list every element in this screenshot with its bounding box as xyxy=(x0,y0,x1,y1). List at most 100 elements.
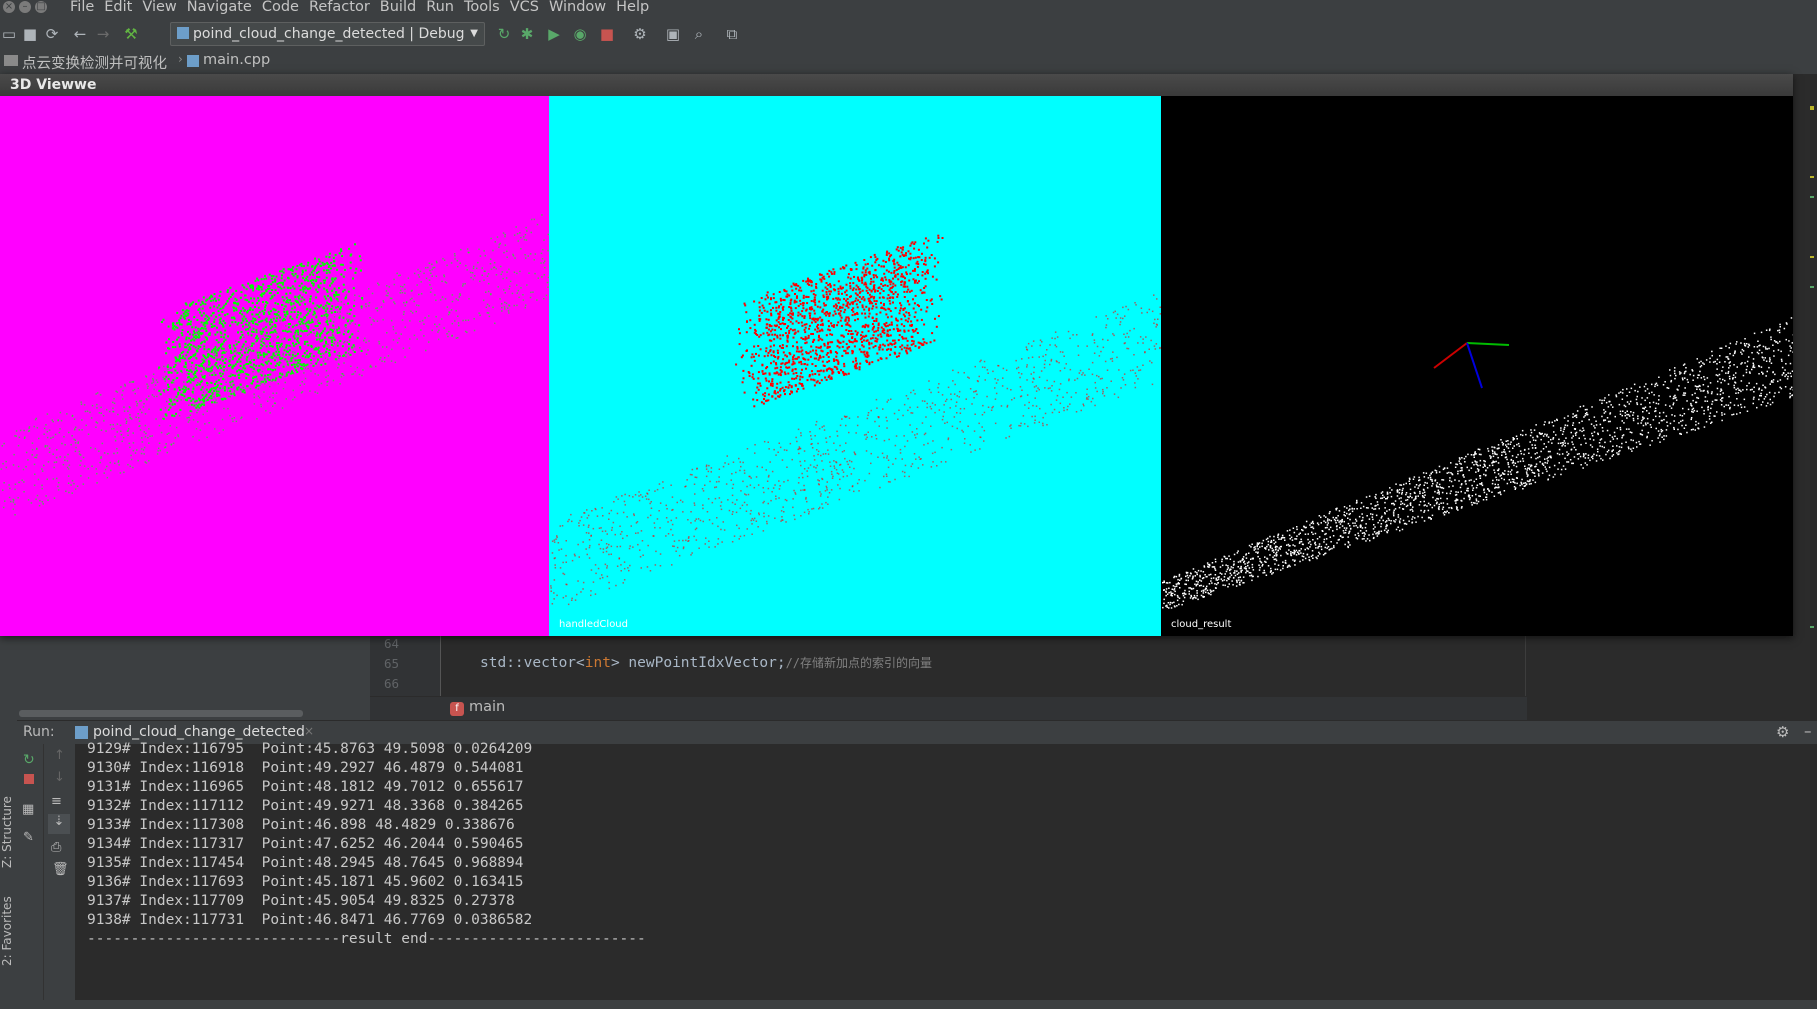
code-editor[interactable]: std::vector<int> newPointIdxVector;//存储新… xyxy=(370,636,1527,696)
profile-icon[interactable]: ◉ xyxy=(571,25,589,43)
menu-item[interactable]: Refactor xyxy=(309,0,370,15)
menu-item[interactable]: View xyxy=(142,0,176,15)
point-cloud xyxy=(550,234,1161,606)
main-toolbar: ▭ ■ ⟳ ← → ⚒ poind_cloud_change_detected … xyxy=(0,16,1817,53)
open-folder-icon[interactable]: ▭ xyxy=(0,25,18,43)
print-icon[interactable]: ⎙ xyxy=(51,840,61,855)
debug-bug-icon[interactable]: ✱ xyxy=(518,25,536,43)
search-icon[interactable]: ⌕ xyxy=(690,25,708,43)
breadcrumb-project[interactable]: 点云变换检测并可视化 xyxy=(22,52,167,73)
rerun-icon[interactable]: ↻ xyxy=(495,25,513,43)
axis-x-line xyxy=(1433,342,1468,369)
console-line: 9136# Index:117693 Point:45.1871 45.9602… xyxy=(87,874,524,890)
menu-item[interactable]: Run xyxy=(426,0,454,15)
console-line: 9133# Index:117308 Point:46.898 48.4829 … xyxy=(87,817,515,833)
left-tool-strip: Z: Structure 2: Favorites xyxy=(0,636,17,1009)
breadcrumb-file[interactable]: main.cpp xyxy=(203,52,270,68)
console-line: 9138# Index:117731 Point:46.8471 46.7769… xyxy=(87,912,533,928)
viewport-middle[interactable]: handledCloud xyxy=(549,96,1161,636)
menu-item[interactable]: Build xyxy=(380,0,416,15)
viewer-title-bar[interactable]: 3D Viewwe xyxy=(0,74,1793,96)
menu-item[interactable]: Help xyxy=(616,0,649,15)
project-structure-icon[interactable]: ▣ xyxy=(664,25,682,43)
config-icon xyxy=(75,726,88,739)
rerun-icon[interactable]: ↻ xyxy=(23,752,35,768)
viewport-label: handledCloud xyxy=(559,619,628,630)
console-action-bar: ↑ ↓ ≡ ⇣ ⎙ 🗑 xyxy=(43,744,76,1000)
menu-item[interactable]: Window xyxy=(549,0,606,15)
error-stripe-mark xyxy=(1810,106,1814,110)
scroll-to-end-icon[interactable]: ⇣ xyxy=(48,814,70,834)
point-cloud-render xyxy=(550,234,1161,606)
line-number: 66 xyxy=(384,676,400,691)
menu-items: File Edit View Navigate Code Refactor Build Run… xyxy=(70,0,649,15)
stop-icon[interactable]: ■ xyxy=(598,25,616,43)
console-output[interactable]: 9129# Index:116795 Point:45.8763 49.5098… xyxy=(75,741,1817,1000)
gear-icon[interactable]: ⚙ xyxy=(1776,723,1789,741)
line-number: 64 xyxy=(384,636,400,651)
editor-gutter: 64 65 66 xyxy=(370,636,440,696)
down-arrow-icon[interactable]: ↓ xyxy=(54,770,65,785)
code-line-65[interactable]: std::vector<int> newPointIdxVector;//存储新… xyxy=(480,654,932,671)
cpp-file-icon xyxy=(187,55,199,67)
code-type: std::vector< xyxy=(480,655,585,671)
console-line: 9131# Index:116965 Point:48.1812 49.7012… xyxy=(87,779,524,795)
maximize-window-icon[interactable]: □ xyxy=(35,1,47,13)
back-icon[interactable]: ← xyxy=(71,25,89,43)
menu-item[interactable]: Edit xyxy=(104,0,132,15)
breadcrumb-separator-icon: › xyxy=(178,52,183,66)
vcs-icon[interactable]: ⧉ xyxy=(723,25,741,43)
function-icon: f xyxy=(450,702,464,716)
viewport-left[interactable] xyxy=(0,96,549,636)
console-line: 9134# Index:117317 Point:47.6252 46.2044… xyxy=(87,836,524,852)
menu-item[interactable]: File xyxy=(70,0,94,15)
up-arrow-icon[interactable]: ↑ xyxy=(54,748,65,763)
viewer-window[interactable]: 3D Viewwe handledCloud cloud_result xyxy=(0,74,1793,636)
settings-wrench-icon[interactable]: ⚙ xyxy=(631,25,649,43)
run-action-bar: ↻ ▦ ✎ xyxy=(17,744,43,1000)
soft-wrap-icon[interactable]: ≡ xyxy=(51,794,62,809)
project-pane xyxy=(17,636,370,724)
run-tab[interactable]: poind_cloud_change_detected xyxy=(93,724,305,740)
console-line: 9132# Index:117112 Point:49.9271 48.3368… xyxy=(87,798,524,814)
pin-icon[interactable]: ✎ xyxy=(23,830,34,845)
sync-icon[interactable]: ⟳ xyxy=(43,25,61,43)
console-line: 9137# Index:117709 Point:45.9054 49.8325… xyxy=(87,893,515,909)
forward-icon[interactable]: → xyxy=(94,25,112,43)
breadcrumb-function[interactable]: main xyxy=(469,699,505,715)
editor-breadcrumb: f main xyxy=(370,696,1527,721)
viewport-right[interactable]: cloud_result xyxy=(1161,96,1793,636)
stop-icon[interactable] xyxy=(24,774,34,784)
restore-layout-icon[interactable]: ▦ xyxy=(22,802,34,817)
viewport-label: cloud_result xyxy=(1171,619,1232,630)
run-configuration-select[interactable]: poind_cloud_change_detected | Debug ▼ xyxy=(170,22,485,46)
console-line: 9129# Index:116795 Point:45.8763 49.5098… xyxy=(87,741,533,757)
console-line: 9130# Index:116918 Point:49.2927 46.4879… xyxy=(87,760,524,776)
menu-item[interactable]: Tools xyxy=(464,0,500,15)
build-hammer-icon[interactable]: ⚒ xyxy=(122,25,140,43)
config-icon xyxy=(177,27,189,39)
right-margin-line xyxy=(1525,636,1526,696)
error-stripe-mark xyxy=(1810,256,1814,258)
structure-tab[interactable]: Z: Structure xyxy=(0,796,14,868)
favorites-tab[interactable]: 2: Favorites xyxy=(0,896,14,966)
menu-item[interactable]: Navigate xyxy=(187,0,252,15)
chevron-down-icon: ▼ xyxy=(470,28,478,39)
close-window-icon[interactable]: × xyxy=(3,1,15,13)
menu-item[interactable]: VCS xyxy=(510,0,539,15)
save-icon[interactable]: ■ xyxy=(21,25,39,43)
close-tab-icon[interactable]: × xyxy=(304,724,314,738)
line-number: 65 xyxy=(384,656,400,671)
trash-icon[interactable]: 🗑 xyxy=(52,862,69,877)
hide-icon[interactable]: – xyxy=(1804,722,1812,740)
axis-y-line xyxy=(1466,342,1510,346)
horizontal-scrollbar[interactable] xyxy=(19,710,303,717)
menu-item[interactable]: Code xyxy=(262,0,299,15)
minimize-window-icon[interactable]: – xyxy=(19,1,31,13)
console-line: 9135# Index:117454 Point:48.2945 48.7645… xyxy=(87,855,524,871)
status-bar xyxy=(0,1000,1817,1009)
code-rest: > newPointIdxVector; xyxy=(610,655,786,671)
error-stripe-mark xyxy=(1810,626,1814,628)
gutter-divider xyxy=(440,636,441,696)
run-coverage-icon[interactable]: ▶ xyxy=(545,25,563,43)
